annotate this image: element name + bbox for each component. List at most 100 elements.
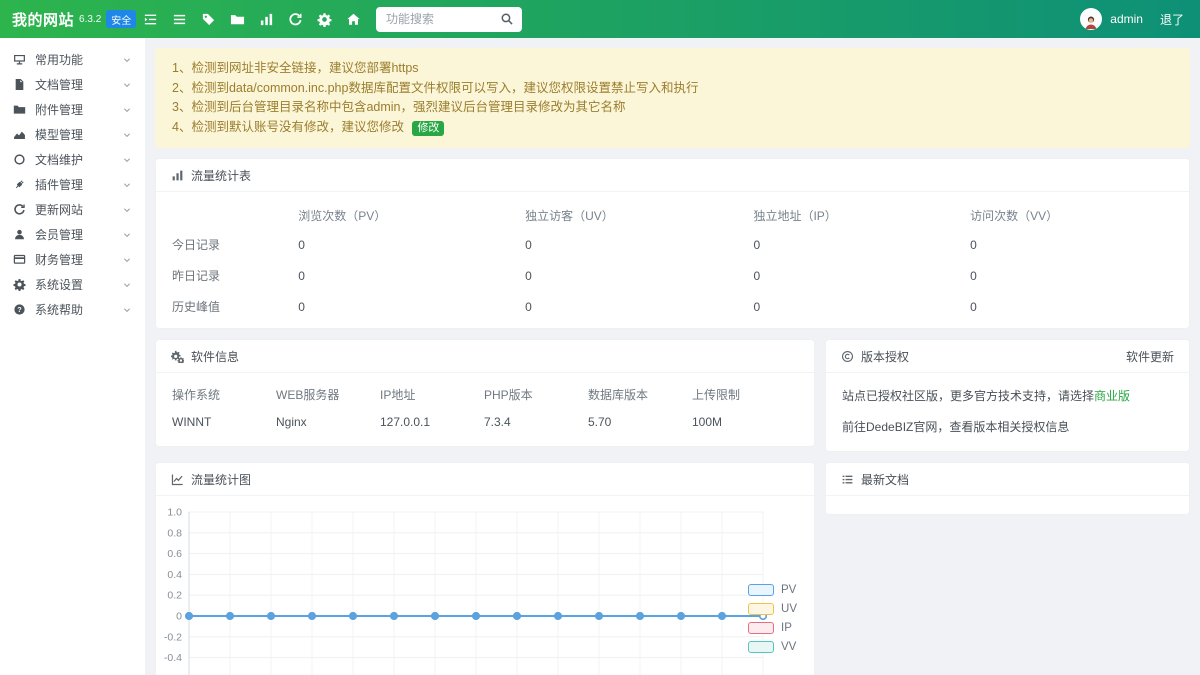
home-icon[interactable] — [346, 12, 361, 27]
legend-swatch — [748, 584, 774, 596]
sidebar-item-8[interactable]: 财务管理 — [0, 247, 145, 272]
info-label: 数据库版本 — [588, 386, 692, 403]
table-row: 今日记录0000 — [156, 229, 1189, 260]
stats-row-label: 今日记录 — [156, 229, 290, 260]
tag-icon[interactable] — [201, 12, 216, 27]
avatar[interactable] — [1080, 8, 1102, 30]
stats-row-label: 昨日记录 — [156, 260, 290, 291]
legend-item-uv[interactable]: UV — [748, 603, 797, 615]
latest-docs-panel: 最新文档 — [825, 462, 1190, 515]
info-field: 数据库版本5.70 — [588, 386, 692, 429]
chevron-down-icon — [122, 305, 132, 315]
stats-value: 0 — [290, 260, 517, 291]
circle-icon — [13, 153, 26, 166]
traffic-chart: 1.00.80.60.40.20-0.2-0.4-0.6-0.8-1.005-2… — [161, 504, 809, 675]
traffic-table-header: 流量统计表 — [156, 159, 1189, 192]
indent-list-icon[interactable] — [143, 12, 158, 27]
refresh-icon — [13, 203, 26, 216]
svg-text:0.8: 0.8 — [167, 527, 182, 539]
sidebar-item-0[interactable]: 常用功能 — [0, 47, 145, 72]
stats-value: 0 — [745, 260, 962, 291]
traffic-chart-panel: 流量统计图 1.00.80.60.40.20-0.2-0.4-0.6-0.8-1… — [155, 462, 815, 675]
sidebar-item-label: 系统设置 — [35, 276, 122, 293]
stats-value: 0 — [517, 260, 745, 291]
bar-chart-icon — [171, 169, 184, 182]
sidebar-item-1[interactable]: 文档管理 — [0, 72, 145, 97]
panel-title: 流量统计图 — [191, 471, 251, 488]
software-update-link[interactable]: 软件更新 — [1126, 348, 1174, 365]
info-field: 上传限制100M — [692, 386, 740, 429]
panel-title: 流量统计表 — [191, 167, 251, 184]
panel-title: 最新文档 — [861, 471, 909, 488]
latest-docs-header: 最新文档 — [826, 463, 1189, 496]
legend-item-vv[interactable]: VV — [748, 641, 797, 653]
stats-row-label: 历史峰值 — [156, 291, 290, 328]
svg-text:0.4: 0.4 — [167, 569, 182, 581]
sidebar-item-3[interactable]: 模型管理 — [0, 122, 145, 147]
chart-area-icon — [13, 128, 26, 141]
info-label: PHP版本 — [484, 386, 588, 403]
panel-title: 版本授权 — [861, 348, 909, 365]
sidebar-item-7[interactable]: 会员管理 — [0, 222, 145, 247]
info-field: WEB服务器Nginx — [276, 386, 380, 429]
logout-link[interactable]: 退了 — [1160, 11, 1184, 28]
warning-line-4: 4、检测到默认账号没有修改，建议您修改 修改 — [172, 118, 1173, 138]
sidebar-item-label: 系统帮助 — [35, 301, 122, 318]
question-icon: ? — [13, 303, 26, 316]
warning-box: 1、检测到网址非安全链接，建议您部署https2、检测到data/common.… — [155, 48, 1190, 148]
svg-text:0: 0 — [176, 611, 182, 623]
license-line-2: 前往DedeBIZ官网，查看版本相关授权信息 — [842, 418, 1173, 435]
topbar-nav-icons — [143, 12, 361, 27]
sidebar-item-5[interactable]: 插件管理 — [0, 172, 145, 197]
stats-col-header: 独立地址（IP） — [745, 192, 962, 229]
info-label: 上传限制 — [692, 386, 740, 403]
sidebar-item-4[interactable]: 文档维护 — [0, 147, 145, 172]
sidebar-item-6[interactable]: 更新网站 — [0, 197, 145, 222]
legend-swatch — [748, 622, 774, 634]
security-badge[interactable]: 安全 — [106, 10, 136, 28]
sidebar: 常用功能文档管理附件管理模型管理文档维护插件管理更新网站会员管理财务管理系统设置… — [0, 38, 145, 675]
menu-icon[interactable] — [172, 12, 187, 27]
folder-icon[interactable] — [230, 12, 245, 27]
license-body: 站点已授权社区版，更多官方技术支持，请选择商业版 前往DedeBIZ官网，查看版… — [826, 373, 1189, 451]
stats-value: 0 — [517, 291, 745, 328]
bar-chart-icon[interactable] — [259, 12, 274, 27]
stats-value: 0 — [290, 229, 517, 260]
svg-text:1.0: 1.0 — [167, 507, 182, 519]
sidebar-item-label: 插件管理 — [35, 176, 122, 193]
legend-label: VV — [781, 641, 796, 653]
traffic-chart-body: 1.00.80.60.40.20-0.2-0.4-0.6-0.8-1.005-2… — [156, 496, 814, 675]
info-label: IP地址 — [380, 386, 484, 403]
list-ul-icon — [841, 473, 854, 486]
software-info-header: 软件信息 — [156, 340, 814, 373]
legend-item-pv[interactable]: PV — [748, 584, 797, 596]
stats-value: 0 — [962, 229, 1189, 260]
sidebar-item-10[interactable]: ? 系统帮助 — [0, 297, 145, 322]
search-icon[interactable] — [500, 12, 514, 26]
commercial-edition-link[interactable]: 商业版 — [1094, 389, 1130, 403]
chevron-down-icon — [122, 180, 132, 190]
user-icon — [13, 228, 26, 241]
info-label: 操作系统 — [172, 386, 276, 403]
stats-col-header: 独立访客（UV） — [517, 192, 745, 229]
modify-badge[interactable]: 修改 — [412, 121, 444, 136]
svg-text:-0.4: -0.4 — [164, 652, 182, 664]
username[interactable]: admin — [1110, 12, 1143, 26]
sidebar-item-9[interactable]: 系统设置 — [0, 272, 145, 297]
stats-value: 0 — [745, 229, 962, 260]
refresh-icon[interactable] — [288, 12, 303, 27]
svg-text:0.6: 0.6 — [167, 548, 182, 560]
legend-item-ip[interactable]: IP — [748, 622, 797, 634]
monitor-icon — [13, 53, 26, 66]
sidebar-item-label: 财务管理 — [35, 251, 122, 268]
sidebar-item-2[interactable]: 附件管理 — [0, 97, 145, 122]
legend-swatch — [748, 641, 774, 653]
search-box — [376, 7, 522, 32]
gear-icon[interactable] — [317, 12, 332, 27]
gear-icon — [13, 278, 26, 291]
legend-label: PV — [781, 584, 796, 596]
sidebar-item-label: 会员管理 — [35, 226, 122, 243]
gears-icon — [171, 350, 184, 363]
latest-docs-body — [826, 496, 1189, 514]
info-field: 操作系统WINNT — [172, 386, 276, 429]
